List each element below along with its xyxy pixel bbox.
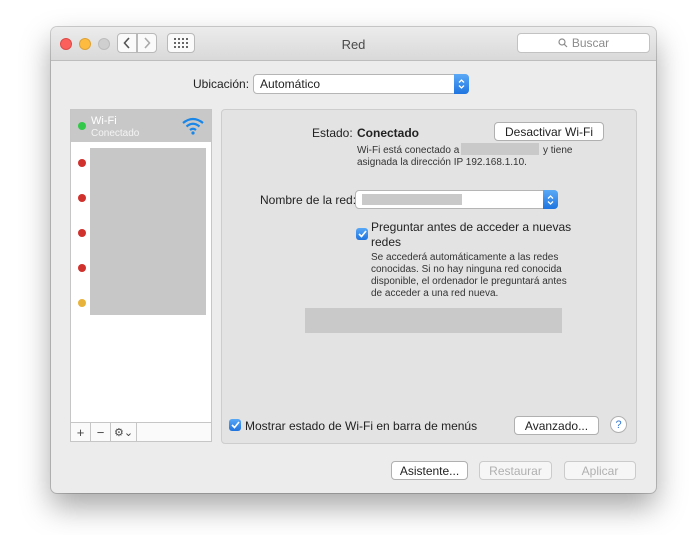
redacted-area [305,308,562,333]
service-toolbar: + − ⚙⌄ [71,422,211,441]
network-name-label: Nombre de la red: [260,193,357,207]
status-description-prefix: Wi-Fi está conectado a [357,145,460,156]
titlebar: Red Buscar [51,27,656,61]
ask-join-description-line: de acceder a una red nueva. [371,288,499,299]
service-name: Wi-Fi [91,115,117,127]
status-dot-inactive [78,299,86,307]
ask-join-networks-label-line2: redes [371,235,402,249]
show-wifi-status-label: Mostrar estado de Wi-Fi en barra de menú… [245,419,478,433]
network-name-select[interactable] [355,190,558,209]
redacted-network-name [461,143,539,155]
location-label: Ubicación: [193,77,250,91]
apply-button[interactable]: Aplicar [564,461,636,480]
service-item-wifi[interactable]: Wi-Fi Conectado [71,110,211,142]
advanced-button[interactable]: Avanzado... [514,416,599,435]
ask-join-networks-checkbox[interactable] [356,228,368,240]
turn-wifi-off-button[interactable]: Desactivar Wi-Fi [494,122,604,141]
search-icon [558,38,568,48]
location-value: Automático [260,77,321,91]
wifi-detail-panel: Estado: Conectado Desactivar Wi-Fi Wi-Fi… [221,109,637,444]
assistant-button[interactable]: Asistente... [391,461,468,480]
status-dot-disconnected [78,194,86,202]
ask-join-networks-label-line1: Preguntar antes de acceder a nuevas [371,220,572,234]
ask-join-description-line: disponible, el ordenador le preguntará a… [371,276,567,287]
status-dot-connected [78,122,86,130]
redacted-service-names [90,148,206,315]
action-menu-button[interactable]: ⚙⌄ [111,423,137,441]
ip-address-description: asignada la dirección IP 192.168.1.10. [357,157,527,168]
select-arrows-icon [454,74,469,94]
status-description-suffix: y tiene [543,145,573,156]
add-service-button[interactable]: + [71,423,91,441]
checkmark-icon [230,421,240,429]
status-value: Conectado [357,126,420,140]
search-placeholder: Buscar [571,36,610,50]
service-list: Wi-Fi Conectado + − ⚙⌄ [70,109,212,442]
revert-button[interactable]: Restaurar [479,461,552,480]
location-select[interactable]: Automático [253,74,469,94]
status-dot-disconnected [78,159,86,167]
status-dot-disconnected [78,264,86,272]
search-field[interactable]: Buscar [517,33,650,53]
show-wifi-status-checkbox[interactable] [229,419,241,431]
checkmark-icon [357,230,367,238]
ask-join-description-line: conocidas. Si no hay ninguna red conocid… [371,264,562,275]
status-label: Estado: [312,126,353,140]
ask-join-description-line: Se accederá automáticamente a las redes [371,252,559,263]
remove-service-button[interactable]: − [91,423,111,441]
select-arrows-icon [543,190,558,209]
wifi-icon [182,117,204,135]
network-preferences-window: Red Buscar Ubicación: Automático Wi-Fi C… [51,27,656,493]
status-dot-disconnected [78,229,86,237]
redacted-network-value [362,194,462,205]
service-status: Conectado [91,128,140,139]
help-button[interactable]: ? [610,416,627,433]
